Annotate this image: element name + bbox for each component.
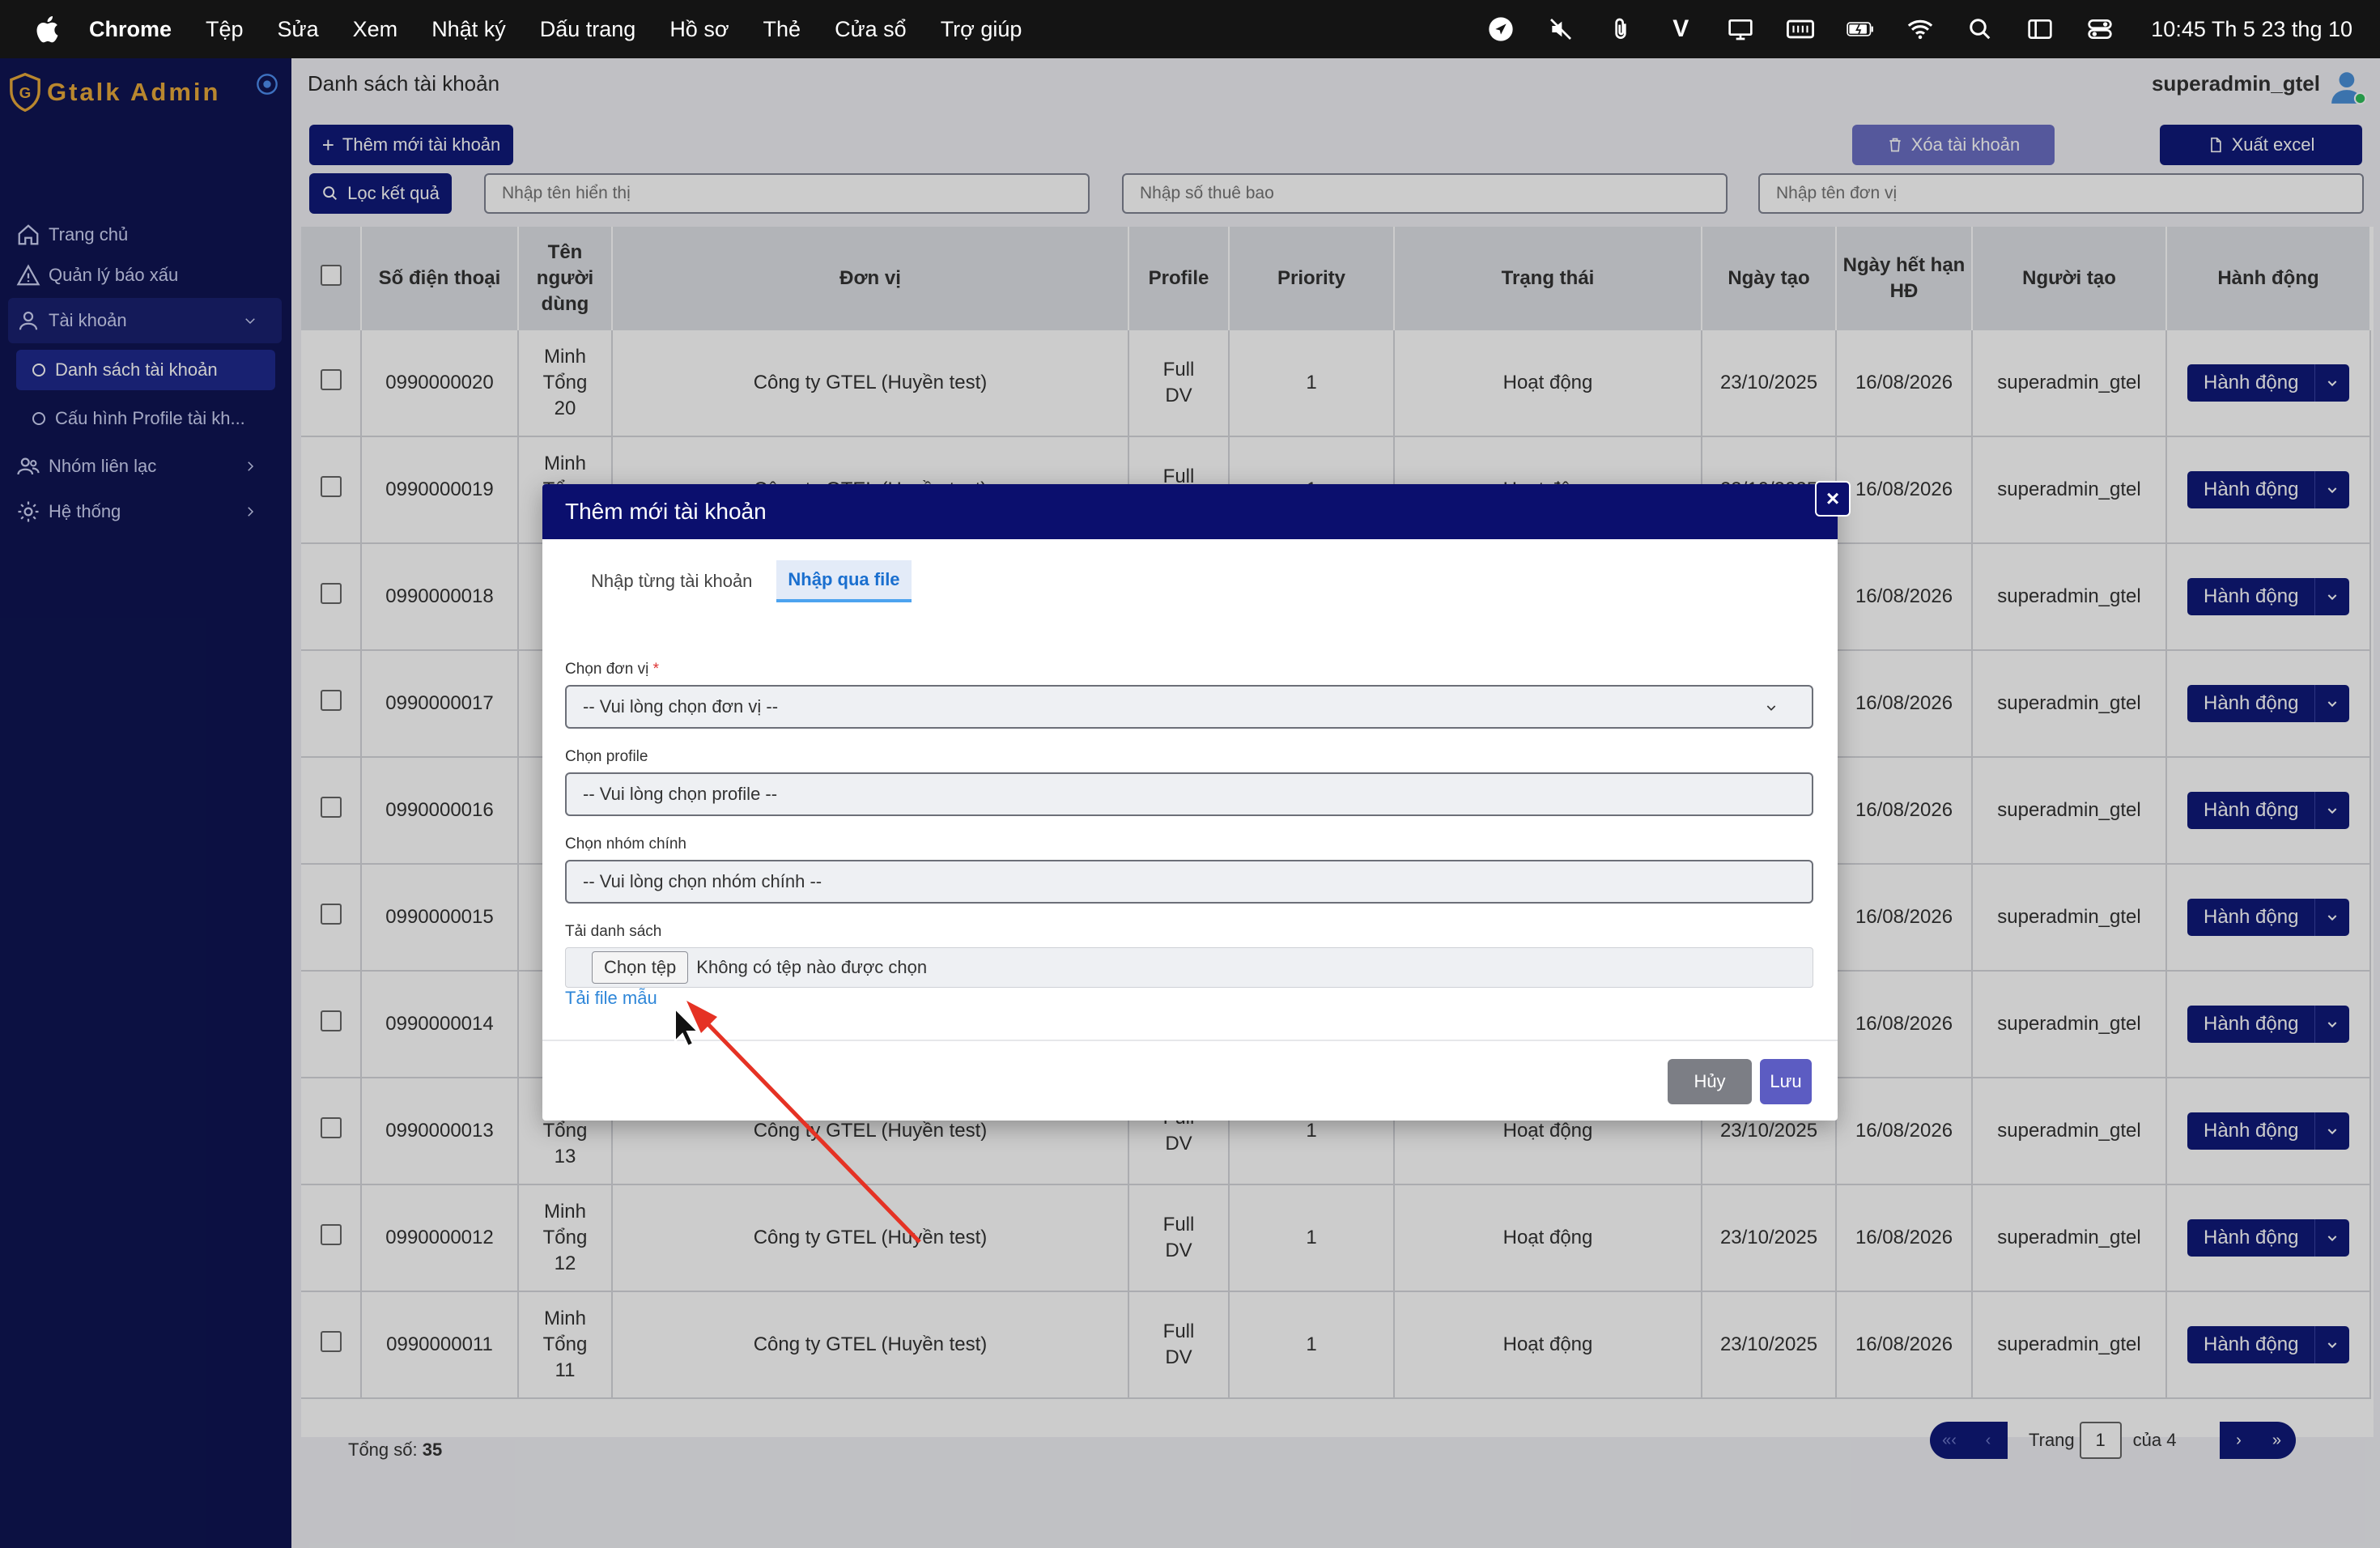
menu-tab[interactable]: Thẻ (763, 17, 801, 42)
display-icon[interactable] (1727, 15, 1754, 43)
save-button[interactable]: Lưu (1760, 1059, 1812, 1104)
paperclip-icon[interactable] (1607, 15, 1634, 43)
toggle-icon[interactable] (2086, 15, 2114, 43)
modal-title: Thêm mới tài khoản (565, 499, 767, 524)
modal-header: Thêm mới tài khoản (542, 484, 1838, 539)
chevron-down-icon (1766, 705, 1776, 711)
choose-file-button[interactable]: Chọn tệp (592, 951, 689, 984)
menu-history[interactable]: Nhật ký (431, 17, 506, 42)
control-center-icon[interactable] (2026, 15, 2054, 43)
group-label: Chọn nhóm chính (565, 836, 686, 853)
unit-label: Chọn đơn vị * (565, 661, 659, 678)
keyboard-icon[interactable] (1787, 15, 1815, 43)
profile-select-value: -- Vui lòng chọn profile -- (583, 784, 778, 804)
location-icon[interactable] (1487, 15, 1515, 43)
v-icon[interactable]: V (1667, 15, 1694, 43)
tab-single-entry[interactable]: Nhập từng tài khoản (580, 560, 763, 602)
main-group-select-value: -- Vui lòng chọn nhóm chính -- (583, 871, 822, 891)
battery-icon[interactable] (1847, 15, 1874, 43)
menu-file[interactable]: Tệp (206, 17, 244, 42)
menu-profiles[interactable]: Hồ sơ (669, 17, 729, 42)
modal-tabs: Nhập từng tài khoản Nhập qua file (580, 560, 924, 602)
cancel-button[interactable]: Hủy (1668, 1059, 1752, 1104)
wifi-icon[interactable] (1906, 15, 1934, 43)
menu-bookmarks[interactable]: Dấu trang (540, 17, 636, 42)
mute-icon[interactable] (1547, 15, 1575, 43)
menu-edit[interactable]: Sửa (278, 17, 319, 42)
main-group-select[interactable]: -- Vui lòng chọn nhóm chính -- (565, 860, 1813, 904)
profile-label: Chọn profile (565, 748, 648, 765)
profile-select[interactable]: -- Vui lòng chọn profile -- (565, 772, 1813, 816)
file-upload-label: Tải danh sách (565, 923, 662, 940)
apple-logo-icon[interactable] (32, 13, 65, 45)
modal-divider (542, 1040, 1838, 1041)
tab-file-import[interactable]: Nhập qua file (776, 560, 912, 602)
unit-select[interactable]: -- Vui lòng chọn đơn vị -- (565, 685, 1813, 729)
menu-view[interactable]: Xem (353, 17, 398, 42)
close-modal-button[interactable]: × (1817, 483, 1849, 515)
menu-help[interactable]: Trợ giúp (941, 17, 1022, 42)
unit-label-text: Chọn đơn vị (565, 661, 649, 678)
menu-app-name[interactable]: Chrome (89, 17, 172, 42)
required-marker: * (652, 661, 659, 678)
search-icon[interactable] (1966, 15, 1994, 43)
menu-window[interactable]: Cửa sổ (835, 17, 907, 42)
macos-menubar: Chrome Tệp Sửa Xem Nhật ký Dấu trang Hồ … (0, 0, 2380, 58)
add-account-modal: Thêm mới tài khoản Nhập từng tài khoản N… (542, 484, 1838, 1121)
menubar-clock[interactable]: 10:45 Th 5 23 thg 10 (2151, 17, 2352, 42)
download-template-link[interactable]: Tải file mẫu (565, 988, 657, 1009)
file-status-text: Không có tệp nào được chọn (696, 957, 928, 977)
file-upload-field[interactable]: Chọn tệp Không có tệp nào được chọn (565, 947, 1813, 988)
unit-select-value: -- Vui lòng chọn đơn vị -- (583, 696, 779, 717)
